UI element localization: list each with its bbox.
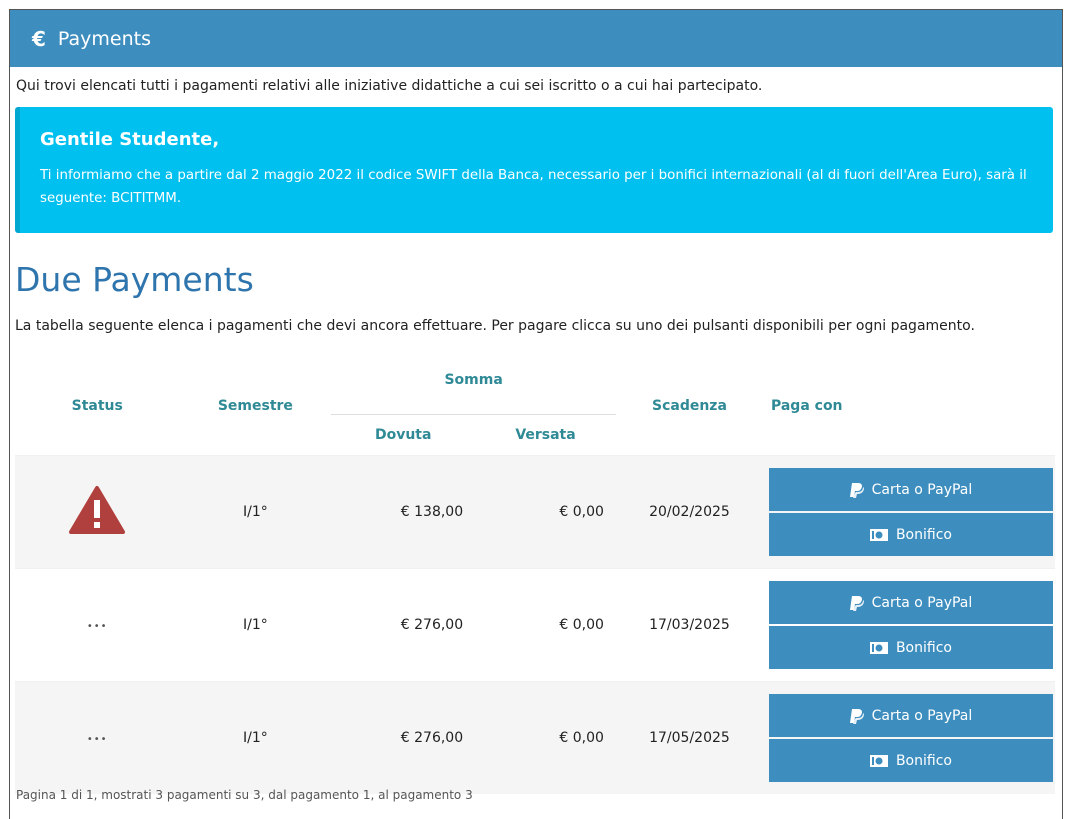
scadenza-cell: 20/02/2025 — [615, 455, 763, 569]
paypal-icon — [849, 595, 864, 611]
semestre-cell: I/1° — [179, 455, 332, 569]
table-row: I/1° € 138,00 € 0,00 20/02/2025 Carta o … — [15, 455, 1055, 569]
money-icon — [869, 754, 888, 767]
semestre-cell: I/1° — [179, 568, 332, 682]
section-title: Due Payments — [15, 260, 254, 299]
status-cell: ••• — [15, 681, 180, 794]
pay-bonifico-button[interactable]: Bonifico — [768, 513, 1053, 556]
col-status: Status — [71, 397, 123, 414]
dovuta-cell: € 138,00 — [331, 455, 476, 569]
status-cell: ••• — [15, 568, 180, 682]
pay-card-label: Carta o PayPal — [871, 594, 973, 611]
euro-icon: € — [32, 26, 46, 51]
table-row: ••• I/1° € 276,00 € 0,00 17/05/2025 Cart… — [15, 681, 1055, 794]
intro-text: Qui trovi elencati tutti i pagamenti rel… — [16, 78, 763, 94]
panel-header: € Payments — [10, 10, 1062, 67]
pay-card-paypal-button[interactable]: Carta o PayPal — [768, 694, 1053, 737]
paypal-icon — [849, 708, 864, 724]
table-row: ••• I/1° € 276,00 € 0,00 17/03/2025 Cart… — [15, 568, 1055, 682]
dovuta-cell: € 276,00 — [331, 568, 476, 682]
warning-icon — [69, 486, 126, 534]
paypal-icon — [849, 482, 864, 498]
col-scadenza: Scadenza — [651, 397, 727, 414]
section-description: La tabella seguente elenca i pagamenti c… — [15, 318, 975, 334]
col-somma: Somma — [331, 356, 616, 415]
pay-bonifico-label: Bonifico — [895, 752, 952, 769]
money-icon — [869, 528, 888, 541]
versata-cell: € 0,00 — [475, 568, 616, 682]
versata-cell: € 0,00 — [475, 681, 616, 794]
callout-title: Gentile Studente, — [40, 129, 220, 150]
semestre-cell: I/1° — [179, 681, 332, 794]
pay-bonifico-button[interactable]: Bonifico — [768, 626, 1053, 669]
pay-card-label: Carta o PayPal — [871, 707, 973, 724]
scadenza-cell: 17/05/2025 — [615, 681, 763, 794]
money-icon — [869, 641, 888, 654]
pay-card-paypal-button[interactable]: Carta o PayPal — [768, 581, 1053, 624]
versata-cell: € 0,00 — [475, 455, 616, 569]
pay-cell: Carta o PayPal Bonifico — [762, 568, 1055, 682]
col-versata: Versata — [515, 427, 576, 443]
status-cell — [15, 455, 180, 569]
pending-dots-icon: ••• — [86, 621, 108, 632]
pay-bonifico-label: Bonifico — [895, 526, 952, 543]
callout-text: Ti informiamo che a partire dal 2 maggio… — [40, 168, 1027, 206]
col-semestre: Semestre — [217, 397, 293, 414]
panel-title: Payments — [57, 27, 152, 50]
pay-bonifico-label: Bonifico — [895, 639, 952, 656]
scadenza-cell: 17/03/2025 — [615, 568, 763, 682]
pay-bonifico-button[interactable]: Bonifico — [768, 739, 1053, 782]
pay-card-paypal-button[interactable]: Carta o PayPal — [768, 468, 1053, 511]
col-paga-con: Paga con — [770, 397, 843, 414]
pending-dots-icon: ••• — [86, 734, 108, 745]
dovuta-cell: € 276,00 — [331, 681, 476, 794]
pay-card-label: Carta o PayPal — [871, 481, 973, 498]
info-callout: Gentile Studente, Ti informiamo che a pa… — [15, 107, 1053, 233]
due-payments-table: Status Semestre Somma Scadenza Paga con … — [15, 356, 1055, 794]
pay-cell: Carta o PayPal Bonifico — [762, 681, 1055, 794]
pay-cell: Carta o PayPal Bonifico — [762, 455, 1055, 569]
col-dovuta: Dovuta — [374, 427, 432, 443]
pagination-info: Pagina 1 di 1, mostrati 3 pagamenti su 3… — [16, 788, 473, 802]
